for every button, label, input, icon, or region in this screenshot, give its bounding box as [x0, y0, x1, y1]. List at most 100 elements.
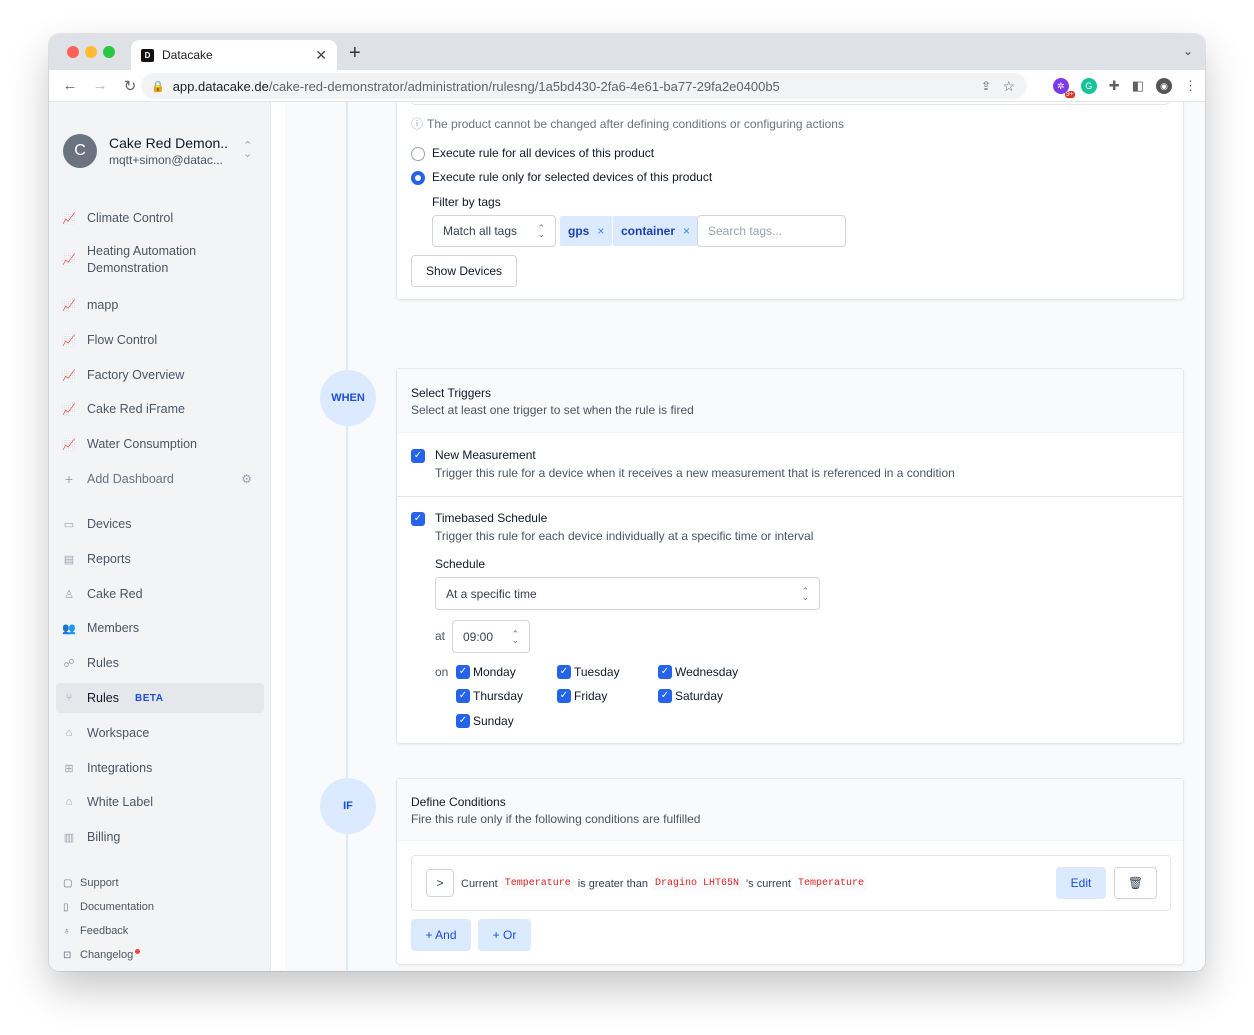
notification-dot — [135, 948, 141, 954]
radio-all-devices[interactable] — [411, 147, 425, 161]
extension-icon[interactable]: ✲ 9+ — [1052, 78, 1075, 98]
triggers-title: Select Triggers — [411, 386, 492, 400]
conditions-title: Define Conditions — [411, 795, 506, 809]
beta-badge: BETA — [134, 692, 164, 704]
chart-icon: 📈 — [62, 254, 76, 266]
timeline-line — [346, 102, 348, 971]
edit-condition-button[interactable]: Edit — [1056, 867, 1106, 899]
new-measurement-checkbox[interactable]: ✓ — [411, 449, 425, 463]
chat-icon: ▢ — [63, 877, 73, 889]
browser-window: D Datacake ✕ + ⌄ ← → ↻ 🔒 app.datacake.de… — [49, 34, 1205, 971]
product-select[interactable] — [411, 102, 1169, 105]
extension-icons: ✲ 9+ G ✚ ◧ ◉ ⋮ — [1052, 70, 1197, 102]
sidebar-item-heating-automation[interactable]: 📈 Heating Automation Demonstration — [56, 243, 264, 279]
url-field[interactable]: 🔒 app.datacake.de/cake-red-demonstrator/… — [141, 73, 1027, 99]
expand-condition-button[interactable]: > — [426, 869, 454, 897]
trigger1-desc: Trigger this rule for a device when it r… — [435, 466, 955, 480]
or-condition-button[interactable]: + Or — [478, 919, 531, 951]
kebab-menu-icon[interactable]: ⋮ — [1184, 78, 1197, 94]
delete-condition-button[interactable]: 🗑 — [1114, 867, 1157, 899]
sidepanel-icon[interactable]: ◧ — [1132, 78, 1144, 94]
browser-tab[interactable]: D Datacake ✕ — [131, 40, 337, 70]
day-checkbox-wednesday[interactable]: ✓ — [658, 665, 672, 679]
chart-icon: 📈 — [62, 438, 76, 451]
changelog-link[interactable]: ⊡ Changelog — [63, 948, 141, 961]
back-arrow-icon[interactable]: ← — [61, 77, 79, 94]
reload-icon[interactable]: ↻ — [121, 77, 139, 95]
sidebar-item-cake-red-iframe[interactable]: 📈 Cake Red iFrame — [56, 394, 264, 424]
tab-bar: D Datacake ✕ + ⌄ — [49, 34, 1205, 70]
sidebar-item-white-label[interactable]: ⌂ White Label — [56, 787, 264, 817]
field-code: Temperature — [501, 876, 574, 891]
and-condition-button[interactable]: + And — [411, 919, 471, 951]
url-path: /cake-red-demonstrator/administration/ru… — [268, 78, 780, 94]
product-note: ⓘ The product cannot be changed after def… — [411, 117, 844, 131]
tab-search-chevron-icon[interactable]: ⌄ — [1183, 44, 1193, 58]
chevron-updown-icon: ⌃ ⌄ — [801, 585, 809, 602]
minimize-window-button[interactable] — [85, 46, 97, 58]
timebased-schedule-checkbox[interactable]: ✓ — [411, 512, 425, 526]
workspace-switcher[interactable]: C Cake Red Demon... mqtt+simon@datac... — [63, 134, 229, 168]
search-tags-input[interactable]: Search tags... — [697, 215, 846, 247]
day-checkbox-saturday[interactable]: ✓ — [658, 689, 672, 703]
close-window-button[interactable] — [67, 46, 79, 58]
day-checkbox-sunday[interactable]: ✓ — [456, 714, 470, 728]
sidebar-item-rules-beta[interactable]: ⑂ Rules BETA — [56, 683, 264, 713]
sidebar-item-mapp[interactable]: 📈 mapp — [56, 290, 264, 320]
radio-selected-devices-label: Execute rule only for selected devices o… — [432, 170, 713, 184]
day-checkbox-friday[interactable]: ✓ — [557, 689, 571, 703]
day-checkbox-tuesday[interactable]: ✓ — [557, 665, 571, 679]
day-label: Thursday — [473, 689, 524, 703]
chart-icon: 📈 — [62, 369, 76, 382]
chart-icon: 📈 — [62, 212, 76, 225]
sidebar-item-climate-control[interactable]: 📈 Climate Control — [56, 203, 264, 233]
sidebar-item-members[interactable]: 👥 Members — [56, 613, 264, 643]
main-content: ⓘ The product cannot be changed after def… — [271, 102, 1205, 971]
day-label: Friday — [574, 689, 608, 703]
schedule-select[interactable]: At a specific time ⌃ ⌄ — [435, 577, 820, 610]
condition-text: Current Temperature is greater than Drag… — [461, 876, 871, 891]
sidebar-item-billing[interactable]: ▥ Billing — [56, 822, 264, 852]
gear-icon[interactable]: ⚙ — [241, 472, 252, 486]
maximize-window-button[interactable] — [103, 46, 115, 58]
sidebar-item-devices[interactable]: ▭ Devices — [56, 509, 264, 539]
radio-all-devices-label: Execute rule for all devices of this pro… — [432, 146, 655, 160]
sidebar-item-cake-red[interactable]: ♙ Cake Red — [56, 579, 264, 609]
conditions-card: Define Conditions Fire this rule only if… — [396, 778, 1184, 965]
share-icon[interactable]: ⇪ — [981, 79, 991, 93]
grammarly-icon[interactable]: G — [1080, 78, 1097, 94]
close-tab-icon[interactable]: ✕ — [315, 47, 327, 64]
book-icon: ▯ — [63, 901, 69, 913]
time-input[interactable]: 09:00 ⌃ ⌄ — [452, 620, 530, 653]
show-devices-button[interactable]: Show Devices — [411, 255, 517, 287]
day-checkbox-thursday[interactable]: ✓ — [456, 689, 470, 703]
profile-avatar-icon[interactable]: ◉ — [1156, 78, 1172, 94]
new-tab-icon[interactable]: + — [349, 42, 361, 65]
sidebar-item-reports[interactable]: ▤ Reports — [56, 544, 264, 574]
rule-editor: ⓘ The product cannot be changed after def… — [285, 102, 1205, 971]
bookmark-star-icon[interactable]: ☆ — [1002, 78, 1015, 95]
remove-tag-icon[interactable]: × — [597, 224, 604, 238]
sidebar-item-integrations[interactable]: ⊞ Integrations — [56, 753, 264, 783]
sidebar-item-workspace[interactable]: ⌂ Workspace — [56, 718, 264, 748]
sidebar-item-flow-control[interactable]: 📈 Flow Control — [56, 325, 264, 355]
triggers-header: Select Triggers Select at least one trig… — [397, 369, 1183, 433]
day-checkbox-monday[interactable]: ✓ — [456, 665, 470, 679]
documentation-link[interactable]: ▯ Documentation — [63, 901, 154, 913]
sidebar-item-water-consumption[interactable]: 📈 Water Consumption — [56, 429, 264, 459]
puzzle-icon[interactable]: ✚ — [1109, 78, 1120, 94]
feedback-link[interactable]: ♁ Feedback — [63, 925, 128, 937]
reports-icon: ▤ — [63, 553, 75, 566]
match-tags-select[interactable]: Match all tags ⌃ ⌄ — [432, 215, 556, 247]
sidebar: C Cake Red Demon... mqtt+simon@datac... … — [49, 102, 271, 971]
sidebar-item-rules[interactable]: ☍ Rules — [56, 648, 264, 678]
add-dashboard-button[interactable]: + Add Dashboard ⚙ — [56, 464, 264, 494]
branch-icon: ⑂ — [65, 692, 73, 704]
forward-arrow-icon[interactable]: → — [91, 77, 109, 94]
field-code: Temperature — [794, 876, 867, 891]
radio-selected-devices[interactable] — [411, 171, 425, 185]
support-link[interactable]: ▢ Support — [63, 877, 119, 889]
day-label: Monday — [473, 665, 516, 679]
remove-tag-icon[interactable]: × — [683, 224, 690, 238]
sidebar-item-factory-overview[interactable]: 📈 Factory Overview — [56, 360, 264, 390]
